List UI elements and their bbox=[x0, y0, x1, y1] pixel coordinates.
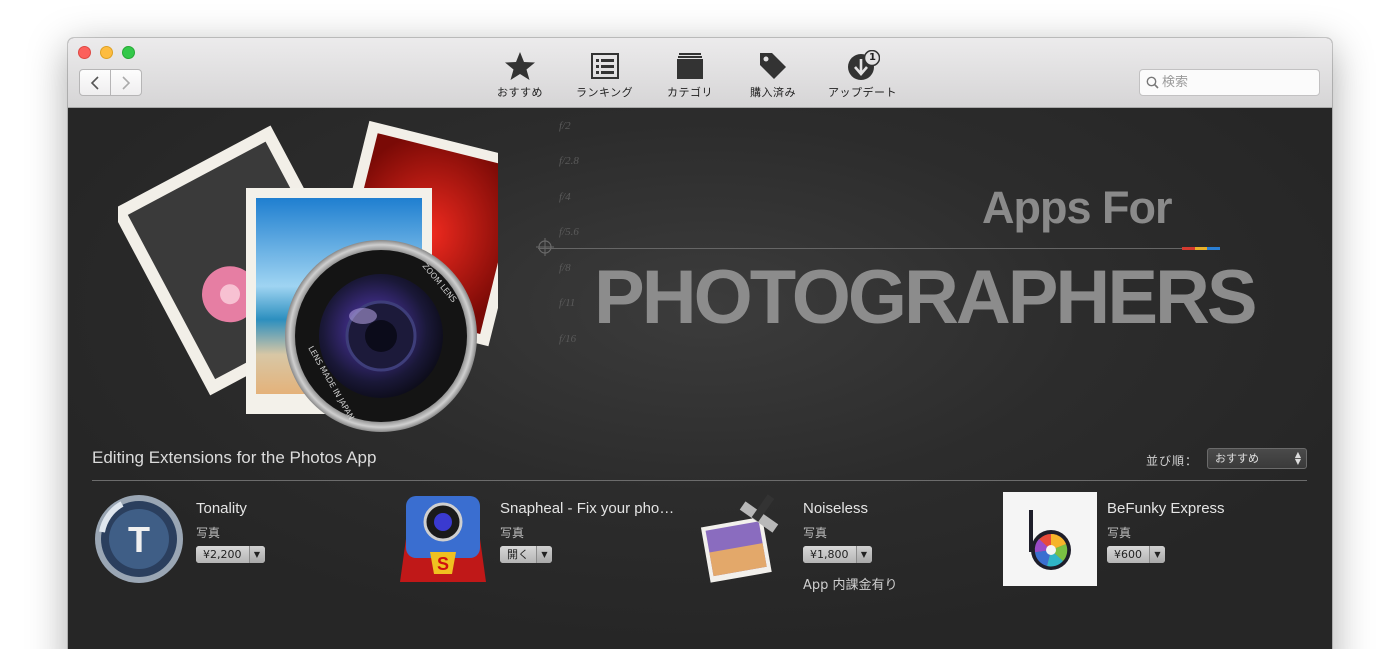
zoom-window-button[interactable] bbox=[122, 46, 135, 59]
price-label: ¥2,200 bbox=[196, 546, 249, 563]
updates-badge: 1 bbox=[869, 52, 876, 63]
fstop-label: f/2 bbox=[559, 120, 571, 132]
list-icon bbox=[587, 50, 623, 82]
tab-purchased-label: 購入済み bbox=[750, 86, 796, 99]
fstop-label: f/4 bbox=[559, 191, 571, 203]
main-content: ZOOM LENS LENS MADE IN JAPAN f/2 f/2.8 f… bbox=[68, 108, 1332, 649]
app-item-noiseless[interactable]: Noiseless 写真 ¥1,800 ▼ App 内課金有り bbox=[699, 492, 999, 602]
tab-top-charts[interactable]: ランキング bbox=[576, 50, 633, 100]
snapheal-app-icon[interactable]: S bbox=[396, 492, 490, 586]
tonality-app-icon[interactable]: T bbox=[92, 492, 186, 586]
banner-rule bbox=[538, 248, 1220, 249]
sort-select[interactable]: おすすめ ▲ ▼ bbox=[1207, 448, 1307, 469]
navigation-buttons bbox=[79, 69, 142, 96]
featured-banner[interactable]: ZOOM LENS LENS MADE IN JAPAN f/2 f/2.8 f… bbox=[68, 108, 1332, 448]
fstop-label: f/8 bbox=[559, 262, 571, 274]
open-label: 開く bbox=[500, 546, 536, 563]
befunky-app-icon[interactable] bbox=[1003, 492, 1097, 586]
chevron-left-icon bbox=[91, 75, 99, 90]
search-input[interactable] bbox=[1162, 75, 1312, 90]
search-icon bbox=[1146, 76, 1159, 89]
photos-and-lens-artwork: ZOOM LENS LENS MADE IN JAPAN bbox=[118, 120, 498, 432]
app-category[interactable]: 写真 bbox=[1107, 524, 1131, 541]
tab-updates[interactable]: 1 アップデート bbox=[828, 50, 897, 100]
toolbar: おすすめ ランキング カテゴリ 購入済み 1 アップデート 検索 bbox=[68, 38, 1332, 108]
app-category[interactable]: 写真 bbox=[196, 524, 220, 541]
banner-headline-top: Apps For bbox=[982, 182, 1172, 233]
price-button[interactable]: ¥1,800 ▼ bbox=[803, 546, 872, 563]
tab-categories-label: カテゴリ bbox=[667, 86, 713, 99]
sort-select-value: おすすめ bbox=[1215, 452, 1259, 465]
in-app-purchase-note: App 内課金有り bbox=[803, 578, 898, 593]
tab-purchased[interactable]: 購入済み bbox=[750, 50, 796, 100]
app-category[interactable]: 写真 bbox=[803, 524, 827, 541]
back-button[interactable] bbox=[80, 70, 110, 95]
tab-updates-label: アップデート bbox=[828, 86, 897, 99]
box-icon bbox=[672, 50, 708, 82]
tag-icon bbox=[755, 50, 791, 82]
banner-headline-main: PHOTOGRAPHERS bbox=[594, 255, 1258, 340]
sort-label: 並び順： bbox=[1146, 454, 1199, 468]
price-button[interactable]: ¥600 ▼ bbox=[1107, 546, 1165, 563]
search-field[interactable] bbox=[1139, 69, 1320, 96]
app-item-snapheal[interactable]: S Snapheal - Fix your pho… 写真 開く ▼ bbox=[396, 492, 696, 602]
tab-featured-label: おすすめ bbox=[497, 86, 543, 99]
section-title: Editing Extensions for the Photos App bbox=[92, 448, 377, 467]
chevron-right-icon bbox=[122, 75, 131, 90]
close-window-button[interactable] bbox=[78, 46, 91, 59]
updown-arrows-icon: ▲ ▼ bbox=[1294, 450, 1301, 466]
chevron-down-icon[interactable]: ▼ bbox=[855, 546, 872, 563]
chevron-down-icon[interactable]: ▼ bbox=[248, 546, 265, 563]
stripe-red bbox=[1182, 247, 1195, 250]
minimize-window-button[interactable] bbox=[100, 46, 113, 59]
app-item-befunky[interactable]: BeFunky Express 写真 ¥600 ▼ bbox=[1003, 492, 1303, 602]
stripe-yellow bbox=[1194, 247, 1208, 250]
app-name[interactable]: Snapheal - Fix your pho… bbox=[500, 500, 690, 517]
tab-featured[interactable]: おすすめ bbox=[497, 50, 543, 100]
svg-text:S: S bbox=[437, 554, 449, 574]
open-button[interactable]: 開く ▼ bbox=[500, 546, 552, 563]
app-item-tonality[interactable]: T Tonality 写真 ¥2,200 ▼ bbox=[92, 492, 392, 602]
price-label: ¥600 bbox=[1107, 546, 1149, 563]
app-name[interactable]: Noiseless bbox=[803, 500, 993, 517]
fstop-label: f/5.6 bbox=[559, 226, 579, 238]
fstop-label: f/11 bbox=[559, 297, 576, 309]
noiseless-app-icon[interactable] bbox=[699, 492, 793, 586]
tab-top-charts-label: ランキング bbox=[576, 86, 634, 99]
price-button[interactable]: ¥2,200 ▼ bbox=[196, 546, 265, 563]
crosshair-icon bbox=[536, 238, 554, 256]
app-category[interactable]: 写真 bbox=[500, 524, 524, 541]
svg-text:T: T bbox=[128, 519, 150, 560]
section-divider bbox=[92, 480, 1307, 481]
app-store-window: おすすめ ランキング カテゴリ 購入済み 1 アップデート 検索 ZOOM LE… bbox=[68, 38, 1332, 649]
app-name[interactable]: BeFunky Express bbox=[1107, 500, 1297, 517]
fstop-label: f/16 bbox=[559, 333, 577, 345]
star-icon bbox=[502, 50, 538, 82]
banner-color-stripes bbox=[1182, 247, 1221, 250]
stripe-blue bbox=[1207, 247, 1221, 250]
price-label: ¥1,800 bbox=[803, 546, 856, 563]
fstop-label: f/2.8 bbox=[559, 155, 579, 167]
chevron-down-icon[interactable]: ▼ bbox=[536, 546, 552, 563]
tab-categories[interactable]: カテゴリ bbox=[667, 50, 713, 100]
update-icon: 1 bbox=[845, 50, 881, 82]
app-name[interactable]: Tonality bbox=[196, 500, 386, 517]
forward-button[interactable] bbox=[110, 70, 141, 95]
chevron-down-icon[interactable]: ▼ bbox=[1149, 546, 1165, 563]
